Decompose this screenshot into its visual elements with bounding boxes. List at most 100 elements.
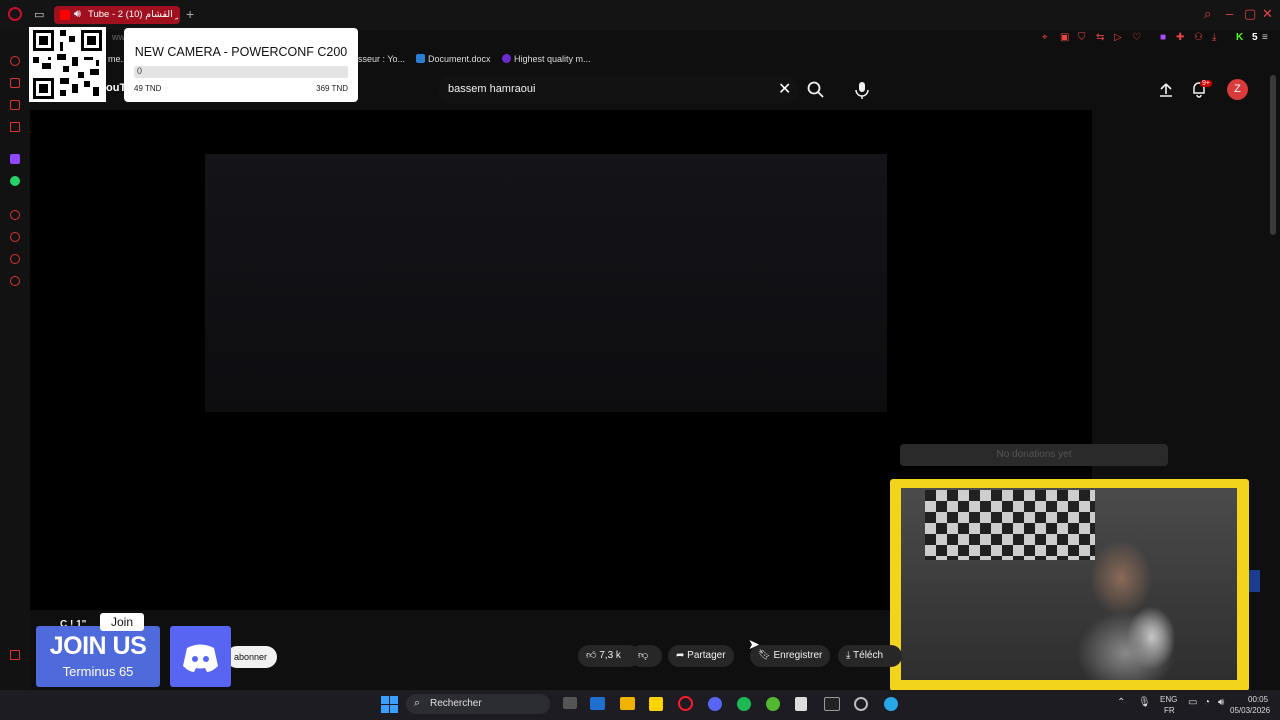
capcut-icon[interactable]: [824, 697, 840, 711]
bookmark-item[interactable]: Document.docx: [416, 54, 491, 64]
bookmark-favicon-icon: [502, 54, 511, 63]
discord-badge[interactable]: [170, 626, 231, 687]
clock-time[interactable]: 00:05: [1248, 695, 1268, 704]
bookmark-item[interactable]: sseur : Yo...: [358, 54, 405, 64]
page-scrollbar[interactable]: [1270, 75, 1276, 235]
taskbar-search[interactable]: ⌕ Rechercher: [406, 694, 550, 714]
tab-title: Tube - 2 أوبار القشام (10): [88, 9, 178, 20]
taskbar-search-icon: ⌕: [414, 697, 421, 709]
save-button[interactable]: 🔖︎ Enregistrer: [750, 645, 831, 667]
speaker-icon[interactable]: 🔊︎: [74, 8, 81, 21]
taskbar-search-label: Rechercher: [430, 698, 482, 709]
microphone-icon[interactable]: [852, 80, 872, 100]
webcam-overlay: [890, 479, 1249, 691]
windows-taskbar: [0, 690, 1280, 720]
extension-badge: 5: [1252, 32, 1258, 43]
join-button[interactable]: Join: [100, 613, 144, 631]
opera-sidebar: [0, 30, 30, 690]
file-explorer-icon[interactable]: [620, 697, 635, 710]
goal-title: NEW CAMERA - POWERCONF C200: [134, 45, 348, 59]
utorrent-icon[interactable]: [766, 697, 780, 711]
sidebar-whatsapp-icon[interactable]: [10, 176, 20, 186]
join-us-title: JOIN US: [49, 632, 147, 660]
subscribe-button[interactable]: abonner: [226, 646, 278, 668]
outlook-icon[interactable]: [590, 697, 605, 710]
shield-icon[interactable]: ⛉: [1078, 32, 1086, 43]
telegram-icon[interactable]: [884, 697, 898, 711]
search-input[interactable]: [448, 83, 748, 95]
thumbs-down-icon: 👎︎: [638, 650, 649, 661]
snapshot-icon[interactable]: ▣: [1060, 32, 1069, 43]
windows-start-icon[interactable]: [381, 696, 398, 713]
language-bottom[interactable]: FR: [1164, 706, 1175, 715]
tab-youtube-active[interactable]: 🔊︎ Tube - 2 أوبار القشام (10): [54, 6, 180, 24]
browser-tab-bar: ▭ 🔊︎ Tube - 2 أوبار القشام (10) + ⌕ – ▢ …: [0, 0, 1280, 30]
search-tabs-icon[interactable]: ⌕: [1204, 6, 1211, 22]
share-icon: ➦: [676, 650, 685, 661]
spotify-icon[interactable]: [737, 697, 751, 711]
maximize-button[interactable]: ▢: [1244, 6, 1256, 22]
sticky-notes-icon[interactable]: [649, 697, 663, 711]
goal-max-label: 369 TND: [316, 84, 348, 93]
tray-chevron-icon[interactable]: ⌃: [1117, 697, 1125, 708]
menu-icon[interactable]: ≡: [1262, 32, 1268, 43]
goal-min-label: 49 TND: [134, 84, 162, 93]
sidebar-gmail-icon[interactable]: [10, 122, 20, 132]
join-us-banner[interactable]: JOIN US Terminus 65: [36, 626, 160, 687]
bookmark-item[interactable]: Highest quality m...: [502, 54, 591, 64]
play-icon[interactable]: ▷: [1114, 32, 1122, 43]
language-top[interactable]: ENG: [1160, 695, 1177, 704]
discord-taskbar-icon[interactable]: [708, 697, 722, 711]
search-box[interactable]: ✕: [438, 76, 798, 104]
opera-logo-icon[interactable]: [8, 7, 22, 21]
profile-icon[interactable]: ⚇: [1194, 32, 1203, 43]
sidebar-settings-icon[interactable]: [10, 276, 20, 286]
task-view-icon[interactable]: [563, 697, 577, 709]
search-icon[interactable]: [806, 80, 826, 100]
tray-volume-icon[interactable]: 🔊︎: [1218, 697, 1224, 708]
notification-badge: 9+: [1200, 80, 1212, 87]
sidebar-ai-icon[interactable]: [10, 78, 20, 88]
avatar[interactable]: Z: [1227, 79, 1248, 100]
side-thumbnail[interactable]: [1248, 570, 1260, 592]
donation-goal-widget: NEW CAMERA - POWERCONF C200 0 49 TND 369…: [124, 28, 358, 102]
tray-network-icon[interactable]: ◔: [1204, 697, 1210, 708]
download-icon[interactable]: ⤓: [1212, 32, 1216, 43]
sidebar-home-icon[interactable]: [10, 56, 20, 66]
sidebar-more-icon[interactable]: [10, 650, 20, 660]
notepad-icon[interactable]: [795, 697, 807, 711]
new-tab-button[interactable]: +: [186, 6, 194, 22]
tray-mic-icon[interactable]: 🎙︎: [1138, 697, 1151, 708]
heart-icon[interactable]: ♡: [1132, 32, 1141, 43]
sidebar-history-icon[interactable]: [10, 232, 20, 242]
minimize-button[interactable]: –: [1226, 6, 1233, 21]
opera-gx-taskbar-icon[interactable]: [678, 696, 693, 711]
wall-poster: [925, 490, 1095, 560]
webcam-feed: [901, 488, 1237, 680]
close-window-button[interactable]: ✕: [1262, 6, 1273, 22]
clear-search-icon[interactable]: ✕: [778, 79, 791, 99]
sidebar-messenger-icon[interactable]: [10, 100, 20, 110]
tray-display-icon[interactable]: ▭: [1188, 697, 1197, 708]
sidebar-extensions-icon[interactable]: [10, 254, 20, 264]
dislike-button[interactable]: 👎︎: [630, 645, 662, 667]
discord-icon: [183, 644, 218, 672]
kick-extension-icon[interactable]: K: [1236, 32, 1243, 43]
twitch-extension-icon[interactable]: ■: [1160, 32, 1166, 43]
upload-icon[interactable]: [1158, 82, 1174, 98]
sidebar-player-icon[interactable]: [10, 210, 20, 220]
sidebar-twitch-icon[interactable]: [10, 154, 20, 164]
puzzle-icon[interactable]: ✚: [1176, 32, 1184, 43]
translate-icon[interactable]: ⇆: [1096, 32, 1104, 43]
obs-icon[interactable]: [854, 697, 868, 711]
share-button[interactable]: ➦ Partager: [668, 645, 734, 667]
clock-date[interactable]: 05/03/2026: [1230, 706, 1270, 715]
pin-icon[interactable]: ⌖: [1042, 32, 1048, 43]
youtube-favicon-icon: [60, 10, 70, 20]
bookmark-truncated[interactable]: me..: [108, 54, 126, 64]
donations-banner: No donations yet: [900, 444, 1168, 466]
qr-code: [29, 27, 106, 102]
download-button[interactable]: ⤓ Téléch: [838, 645, 902, 667]
goal-progress-bar: 0: [134, 66, 348, 78]
tab-islands-icon[interactable]: ▭: [34, 8, 44, 21]
